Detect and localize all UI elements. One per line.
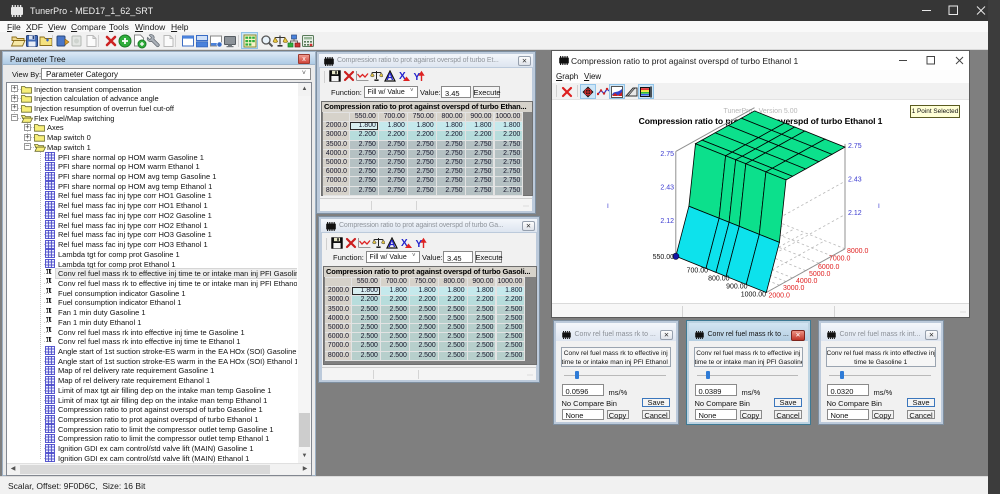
svg-text:Y: Y (416, 239, 423, 249)
svg-text:A: A (386, 72, 393, 82)
svg-text:Y: Y (414, 72, 421, 82)
svg-text:A: A (388, 239, 395, 249)
